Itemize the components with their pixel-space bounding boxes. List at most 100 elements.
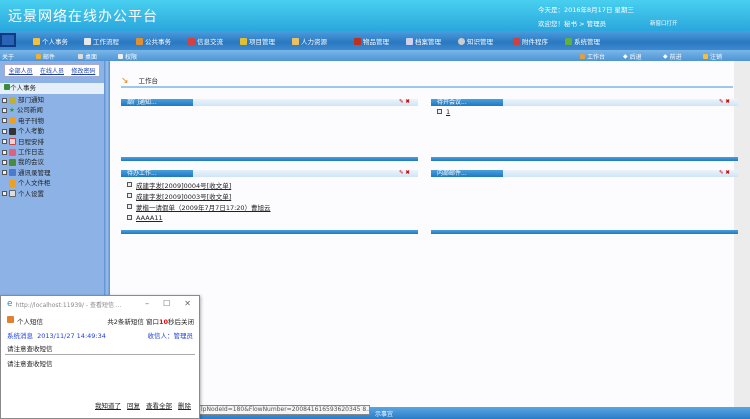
- tree-item[interactable]: 日程安排: [2, 137, 51, 147]
- recipient: 收信人：管理员: [147, 332, 194, 340]
- mail-button[interactable]: 邮件: [36, 52, 55, 61]
- view-all-link[interactable]: 查看全部: [146, 400, 172, 410]
- label: 个人事务: [10, 84, 36, 92]
- delete-link[interactable]: 删除: [178, 400, 191, 410]
- label: 日程安排: [18, 137, 44, 146]
- attendance-icon: [9, 127, 16, 135]
- bullet-icon: [127, 215, 132, 220]
- workbench-button[interactable]: 工作台: [580, 52, 605, 61]
- acknowledge-link[interactable]: 我知道了: [95, 400, 121, 410]
- maximize-button[interactable]: ☐: [163, 299, 170, 308]
- label: 前进: [669, 54, 682, 61]
- tree-item[interactable]: 个人设置: [2, 189, 51, 199]
- online-users-link[interactable]: 在线人员: [40, 66, 64, 75]
- expand-icon[interactable]: [2, 108, 7, 114]
- popup-actions: 我知道了 回复 查看全部 删除: [95, 400, 191, 410]
- timestamp: 2013/11/27 14:49:34: [37, 332, 106, 340]
- expand-icon[interactable]: [2, 118, 7, 124]
- tree-item[interactable]: ★ 公司新闻: [2, 105, 51, 115]
- tree-item[interactable]: 通讯录管理: [2, 168, 51, 178]
- label: 工作日志: [18, 147, 44, 156]
- nav-item[interactable]: 工作流程: [84, 36, 119, 46]
- tree-item[interactable]: 我的会议: [2, 157, 51, 167]
- new-window-link[interactable]: 新窗口打开: [650, 19, 678, 27]
- list-item[interactable]: 成建字发[2009]0004号[收文单]: [121, 179, 418, 190]
- bullet-icon: [127, 182, 132, 187]
- expand-icon[interactable]: [2, 170, 7, 176]
- monitor-icon: [0, 33, 16, 47]
- permission-button[interactable]: 权限: [118, 52, 137, 61]
- list-item[interactable]: 蒙楷一请假单（2009年7月7日17:20）曹旭云: [121, 201, 418, 212]
- knowledge-icon: [458, 37, 465, 45]
- nav-item[interactable]: 附件程序: [513, 36, 548, 46]
- tree-item[interactable]: 个人考勤: [2, 126, 51, 136]
- minimize-button[interactable]: –: [145, 299, 149, 308]
- panel-actions[interactable]: ✎ ✖: [399, 170, 410, 176]
- nav-label: 知识管理: [467, 38, 493, 46]
- permission-icon: [118, 54, 123, 59]
- sender: 系统消息: [7, 332, 33, 340]
- expand-icon[interactable]: [2, 139, 7, 145]
- label: 个人设置: [18, 189, 44, 198]
- label: 关于: [2, 54, 15, 61]
- nav-item[interactable]: 人力资源: [292, 36, 327, 46]
- desktop-icon: [78, 54, 83, 59]
- url-tooltip: lpNodeId=180&FlowNumber=2008416165936203…: [198, 405, 370, 415]
- sidebar-section-header[interactable]: 个人事务: [0, 83, 104, 94]
- nav-item[interactable]: 物品管理: [354, 36, 389, 46]
- tree-item[interactable]: 部门通知: [2, 95, 51, 105]
- change-password-link[interactable]: 修改密码: [71, 66, 95, 75]
- expand-icon[interactable]: [2, 149, 7, 155]
- people-icon: [33, 37, 40, 45]
- pencil-icon: [9, 148, 16, 156]
- bullet-icon: [127, 204, 132, 209]
- panel-actions[interactable]: ✎ ✖: [399, 99, 410, 105]
- tree-item[interactable]: 电子刊物: [2, 116, 51, 126]
- about-button[interactable]: 关于: [2, 52, 14, 61]
- nav-item[interactable]: 个人事务: [33, 36, 68, 46]
- mail-icon: [36, 54, 41, 59]
- reply-link[interactable]: 回复: [127, 400, 140, 410]
- expand-icon[interactable]: [2, 97, 7, 103]
- close-button[interactable]: ✕: [184, 299, 191, 308]
- divider: [5, 354, 195, 355]
- forward-button[interactable]: ◆ 前进: [663, 52, 682, 61]
- nav-item[interactable]: 档案管理: [406, 36, 441, 46]
- all-users-link[interactable]: 全部人员: [9, 66, 33, 75]
- nav-label: 人力资源: [301, 38, 327, 46]
- list-item[interactable]: AAAA11: [121, 212, 418, 223]
- expand-icon[interactable]: [2, 191, 7, 197]
- status-text: 示事宜: [375, 411, 394, 418]
- panel-actions[interactable]: ✎ ✖: [719, 99, 730, 105]
- nav-item[interactable]: 信息交流: [188, 36, 223, 46]
- label: 个人文件柜: [18, 179, 51, 188]
- item-link[interactable]: 1: [446, 108, 450, 116]
- nav-label: 系统管理: [574, 38, 600, 46]
- list-item[interactable]: 成建字发[2009]0003号[收文单]: [121, 190, 418, 201]
- item-link[interactable]: AAAA11: [136, 214, 163, 222]
- panel-todo: 待办工作... ✎ ✖ 成建字发[2009]0004号[收文单] 成建字发[200…: [121, 170, 418, 236]
- workbench-title: ↘ 工作台: [121, 75, 158, 86]
- tree-item[interactable]: 工作日志: [2, 147, 51, 157]
- nav-item[interactable]: 系统管理: [565, 36, 600, 46]
- nav-item[interactable]: 知识管理: [458, 36, 493, 46]
- tree-item[interactable]: 个人文件柜: [2, 178, 51, 188]
- people-icon: [7, 316, 14, 323]
- attachment-icon: [513, 37, 520, 45]
- item-link[interactable]: 成建字发[2009]0003号[收文单]: [136, 191, 231, 201]
- divider: [121, 86, 733, 88]
- contacts-icon: [9, 169, 16, 177]
- label: 后退: [629, 54, 642, 61]
- item-link[interactable]: 成建字发[2009]0004号[收文单]: [136, 180, 231, 190]
- back-button[interactable]: ◆ 后退: [623, 52, 642, 61]
- expand-icon[interactable]: [2, 128, 7, 134]
- panel-actions[interactable]: ✎ ✖: [719, 170, 730, 176]
- item-link[interactable]: 蒙楷一请假单（2009年7月7日17:20）曹旭云: [136, 202, 271, 212]
- logout-button[interactable]: 注销: [703, 52, 722, 61]
- nav-item[interactable]: 项目管理: [240, 36, 275, 46]
- nav-item[interactable]: 公共事务: [136, 36, 171, 46]
- label: 注销: [710, 54, 723, 61]
- expand-icon[interactable]: [2, 160, 7, 166]
- desktop-button[interactable]: 桌面: [78, 52, 97, 61]
- list-item[interactable]: 1: [431, 106, 738, 117]
